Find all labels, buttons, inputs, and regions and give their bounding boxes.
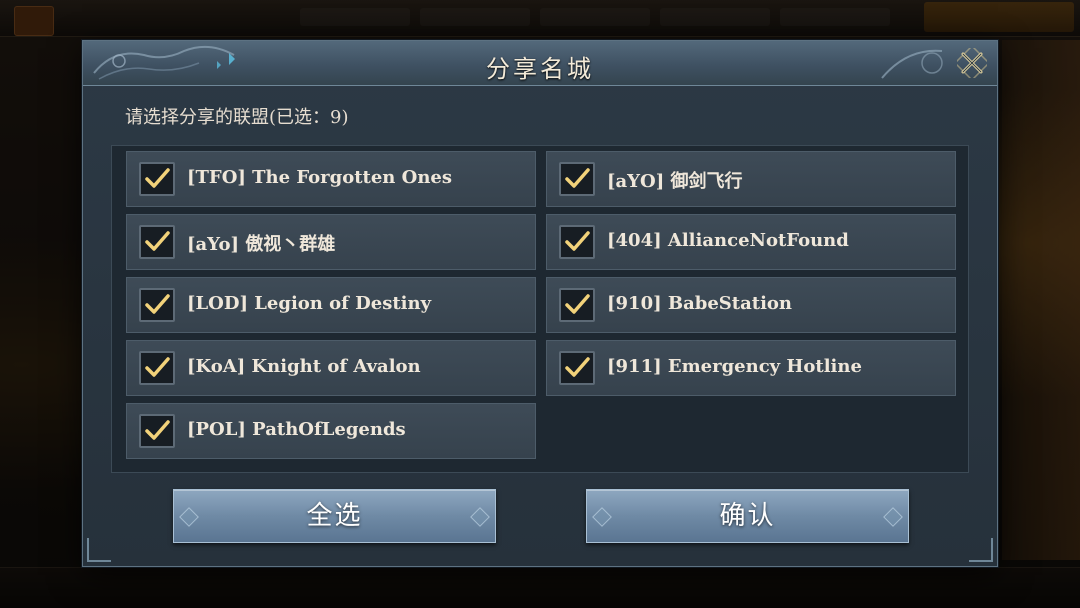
check-icon — [565, 168, 590, 188]
check-icon — [565, 231, 590, 251]
selection-count-label: 请选择分享的联盟(已选：9) — [125, 107, 349, 128]
alliance-name: [910] BabeStation — [607, 293, 793, 314]
alliance-name: [POL] PathOfLegends — [187, 419, 406, 440]
alliance-checkbox[interactable] — [139, 225, 175, 259]
alliance-checkbox[interactable] — [139, 351, 175, 385]
alliance-name: [KoA] Knight of Avalon — [187, 356, 421, 377]
select-all-button[interactable]: 全选 — [173, 489, 496, 543]
check-icon — [145, 357, 170, 377]
check-icon — [565, 357, 590, 377]
corner-ornament-icon — [969, 538, 993, 562]
button-gem-icon — [470, 507, 490, 527]
share-city-dialog: 分享名城 请选择分享的联盟(已选：9) [TFO] The Forgotten … — [82, 40, 998, 567]
check-icon — [145, 294, 170, 314]
close-icon[interactable] — [957, 48, 987, 78]
alliance-name: [911] Emergency Hotline — [607, 356, 862, 377]
alliance-item[interactable]: [POL] PathOfLegends — [126, 403, 536, 459]
alliance-checkbox[interactable] — [559, 351, 595, 385]
alliance-list: [TFO] The Forgotten Ones [aYO] 御剑飞行 [aYo… — [111, 145, 969, 473]
alliance-checkbox[interactable] — [559, 225, 595, 259]
alliance-item[interactable]: [TFO] The Forgotten Ones — [126, 151, 536, 207]
check-icon — [145, 168, 170, 188]
alliance-item[interactable]: [aYO] 御剑飞行 — [546, 151, 956, 207]
dialog-title: 分享名城 — [486, 55, 594, 83]
dialog-header: 分享名城 — [83, 41, 997, 86]
alliance-item[interactable]: [LOD] Legion of Destiny — [126, 277, 536, 333]
alliance-item[interactable]: [911] Emergency Hotline — [546, 340, 956, 396]
corner-ornament-icon — [87, 538, 111, 562]
alliance-checkbox[interactable] — [559, 162, 595, 196]
check-icon — [145, 231, 170, 251]
alliance-item[interactable]: [910] BabeStation — [546, 277, 956, 333]
button-gem-icon — [883, 507, 903, 527]
alliance-item[interactable]: [KoA] Knight of Avalon — [126, 340, 536, 396]
alliance-checkbox[interactable] — [139, 162, 175, 196]
alliance-checkbox[interactable] — [139, 414, 175, 448]
button-gem-icon — [179, 507, 199, 527]
alliance-name: [aYO] 御剑飞行 — [607, 171, 743, 192]
alliance-name: [TFO] The Forgotten Ones — [187, 167, 453, 188]
alliance-item[interactable]: [404] AllianceNotFound — [546, 214, 956, 270]
confirm-button[interactable]: 确认 — [586, 489, 909, 543]
check-icon — [145, 420, 170, 440]
check-icon — [565, 294, 590, 314]
button-gem-icon — [592, 507, 612, 527]
confirm-label: 确认 — [719, 501, 776, 531]
alliance-checkbox[interactable] — [559, 288, 595, 322]
alliance-name: [LOD] Legion of Destiny — [187, 293, 432, 314]
select-all-label: 全选 — [306, 501, 363, 531]
alliance-name: [404] AllianceNotFound — [607, 230, 849, 251]
alliance-name: [aYo] 傲视丶群雄 — [187, 234, 336, 255]
alliance-checkbox[interactable] — [139, 288, 175, 322]
alliance-item[interactable]: [aYo] 傲视丶群雄 — [126, 214, 536, 270]
